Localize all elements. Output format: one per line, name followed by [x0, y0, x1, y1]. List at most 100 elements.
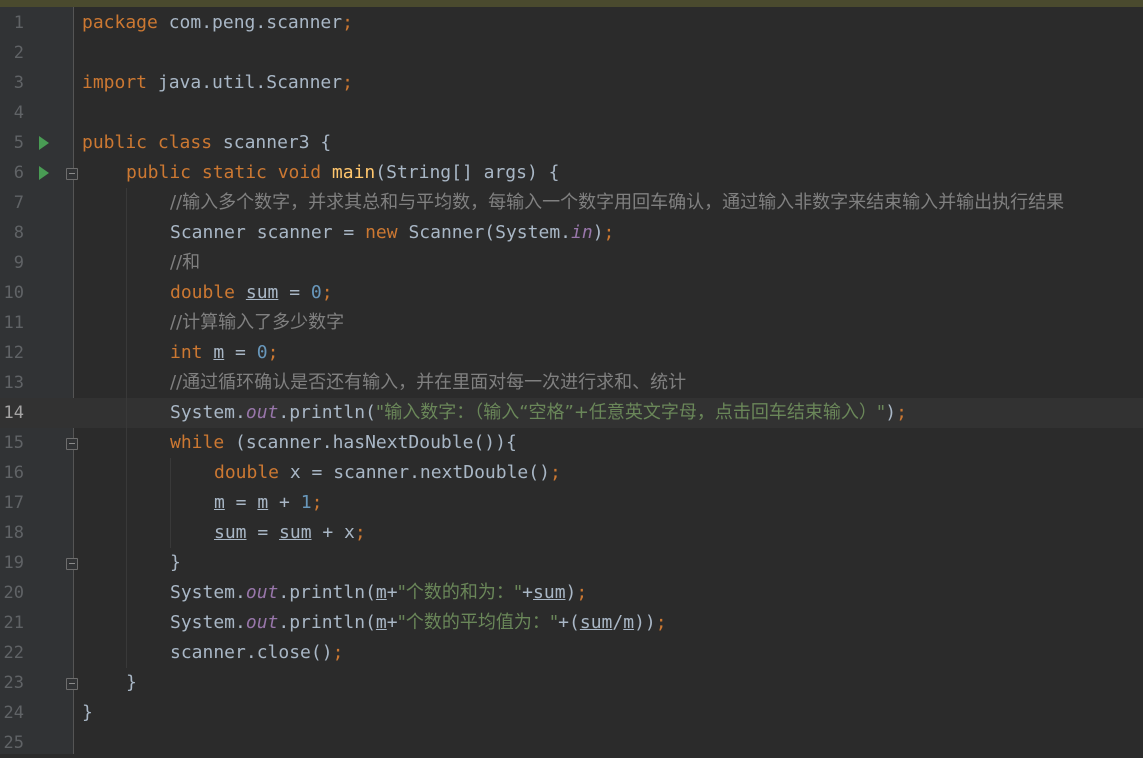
code-line[interactable]: 1 package com.peng.scanner;	[0, 8, 1143, 38]
code-text[interactable]: scanner.close();	[170, 638, 343, 668]
indent-guide	[126, 368, 127, 398]
code-token: .println(	[278, 402, 376, 423]
code-text[interactable]: }	[82, 698, 93, 728]
code-line[interactable]: 7 //输入多个数字，并求其总和与平均数，每输入一个数字用回车确认，通过输入非数字…	[0, 188, 1143, 218]
code-token: =	[278, 282, 311, 303]
code-token: )	[885, 402, 897, 423]
code-line[interactable]: 6 public static void main(String[] args) …	[0, 158, 1143, 188]
code-text[interactable]: //和	[170, 248, 200, 278]
line-number: 11	[3, 313, 24, 333]
code-token: System.	[170, 582, 246, 603]
code-line[interactable]: 20 System.out.println(m+"个数的和为："+sum);	[0, 578, 1143, 608]
line-number: 1	[13, 13, 24, 33]
indent-guide	[170, 518, 171, 548]
code-line[interactable]: 22 scanner.close();	[0, 638, 1143, 668]
code-token: =	[246, 522, 280, 543]
code-text[interactable]: double x = scanner.nextDouble();	[214, 458, 561, 488]
code-text[interactable]: public class scanner3 {	[82, 128, 331, 158]
editor-top-bar	[0, 0, 1143, 7]
code-token: ;	[603, 222, 615, 243]
code-text[interactable]: int m = 0;	[170, 338, 278, 368]
code-token: ;	[342, 72, 353, 93]
code-token: +	[268, 492, 301, 513]
code-line[interactable]: 14 System.out.println("输入数字：（输入“空格”+任意英文字…	[0, 398, 1143, 428]
code-text[interactable]: sum = sum + x;	[214, 518, 366, 548]
indent-guide	[170, 488, 171, 518]
code-text[interactable]: }	[126, 668, 137, 698]
code-token: out	[245, 612, 279, 633]
code-token: sum	[214, 522, 247, 543]
fold-toggle-icon[interactable]	[66, 558, 78, 570]
code-line[interactable]: 4	[0, 98, 1143, 128]
code-editor[interactable]: 1 package com.peng.scanner; 2 3 import java.…	[0, 0, 1143, 754]
code-line[interactable]: 19}	[0, 548, 1143, 578]
code-line[interactable]: 16 double x = scanner.nextDouble();	[0, 458, 1143, 488]
code-line[interactable]: 17 m = m + 1;	[0, 488, 1143, 518]
line-number: 10	[3, 283, 24, 303]
code-text[interactable]: System.out.println(m+"个数的和为："+sum);	[170, 578, 587, 608]
code-token: public class	[82, 132, 223, 153]
code-text[interactable]: while (scanner.hasNextDouble()){	[170, 428, 517, 458]
code-line[interactable]: 5 public class scanner3 {	[0, 128, 1143, 158]
code-token: }	[170, 552, 181, 573]
code-text[interactable]: import java.util.Scanner;	[82, 68, 353, 98]
code-line[interactable]: 24}	[0, 698, 1143, 728]
code-line[interactable]: 9 //和	[0, 248, 1143, 278]
indent-guide	[126, 188, 127, 218]
fold-toggle-icon[interactable]	[66, 438, 78, 450]
code-text[interactable]: double sum = 0;	[170, 278, 333, 308]
code-line[interactable]: 23}	[0, 668, 1143, 698]
code-token: public static void	[126, 162, 332, 183]
code-token: 0	[310, 282, 322, 303]
line-number: 15	[3, 433, 24, 453]
code-token: +	[522, 582, 534, 603]
code-text[interactable]: }	[170, 548, 181, 578]
code-text[interactable]: //计算输入了多少数字	[170, 308, 344, 338]
code-line[interactable]: 8 Scanner scanner = new Scanner(System.in…	[0, 218, 1143, 248]
code-token: (String[] args) {	[375, 162, 560, 183]
line-number: 20	[3, 583, 24, 603]
code-token: ;	[342, 12, 353, 33]
code-text[interactable]: //输入多个数字，并求其总和与平均数，每输入一个数字用回车确认，通过输入非数字来…	[170, 188, 1064, 218]
code-text[interactable]: public static void main(String[] args) {	[126, 158, 560, 188]
fold-toggle-icon[interactable]	[66, 168, 78, 180]
code-token: )	[565, 582, 577, 603]
code-token: m	[375, 582, 387, 603]
fold-toggle-icon[interactable]	[66, 678, 78, 690]
code-line[interactable]: 10 double sum = 0;	[0, 278, 1143, 308]
line-number: 2	[13, 43, 24, 63]
code-token: package	[82, 12, 169, 33]
code-token: 0	[256, 342, 268, 363]
indent-guide	[126, 638, 127, 668]
indent-guide	[126, 518, 127, 548]
code-line[interactable]: 13 //通过循环确认是否还有输入，并在里面对每一次进行求和、统计	[0, 368, 1143, 398]
code-line[interactable]: 2	[0, 38, 1143, 68]
code-line[interactable]: 15 while (scanner.hasNextDouble()){	[0, 428, 1143, 458]
code-token: "输入数字：（输入“空格”+任意英文字母，点击回车结束输入）"	[375, 402, 886, 423]
code-token: sum	[279, 522, 312, 543]
code-token: )	[592, 222, 604, 243]
run-gutter-icon[interactable]	[39, 166, 49, 180]
code-text[interactable]: System.out.println("输入数字：（输入“空格”+任意英文字母，…	[170, 398, 907, 428]
code-token: (scanner.hasNextDouble()){	[235, 432, 517, 453]
code-text[interactable]: package com.peng.scanner;	[82, 8, 353, 38]
code-line[interactable]: 12 int m = 0;	[0, 338, 1143, 368]
code-text[interactable]: Scanner scanner = new Scanner(System.in)…	[170, 218, 614, 248]
code-token: System.	[170, 612, 246, 633]
code-token: //计算输入了多少数字	[170, 312, 345, 333]
code-line[interactable]: 21 System.out.println(m+"个数的平均值为："+(sum/m…	[0, 608, 1143, 638]
indent-guide	[126, 428, 127, 458]
code-token: Scanner(System.	[408, 222, 571, 243]
code-token: scanner.close()	[170, 642, 333, 663]
line-number: 5	[13, 133, 24, 153]
line-number: 22	[3, 643, 24, 663]
code-text[interactable]: m = m + 1;	[214, 488, 322, 518]
code-text[interactable]: //通过循环确认是否还有输入，并在里面对每一次进行求和、统计	[170, 368, 686, 398]
code-token: "个数的平均值为："	[397, 612, 559, 633]
code-token: /	[612, 612, 624, 633]
code-line[interactable]: 3 import java.util.Scanner;	[0, 68, 1143, 98]
run-gutter-icon[interactable]	[39, 136, 49, 150]
code-line[interactable]: 18 sum = sum + x;	[0, 518, 1143, 548]
code-text[interactable]: System.out.println(m+"个数的平均值为："+(sum/m))…	[170, 608, 667, 638]
code-line[interactable]: 11 //计算输入了多少数字	[0, 308, 1143, 338]
